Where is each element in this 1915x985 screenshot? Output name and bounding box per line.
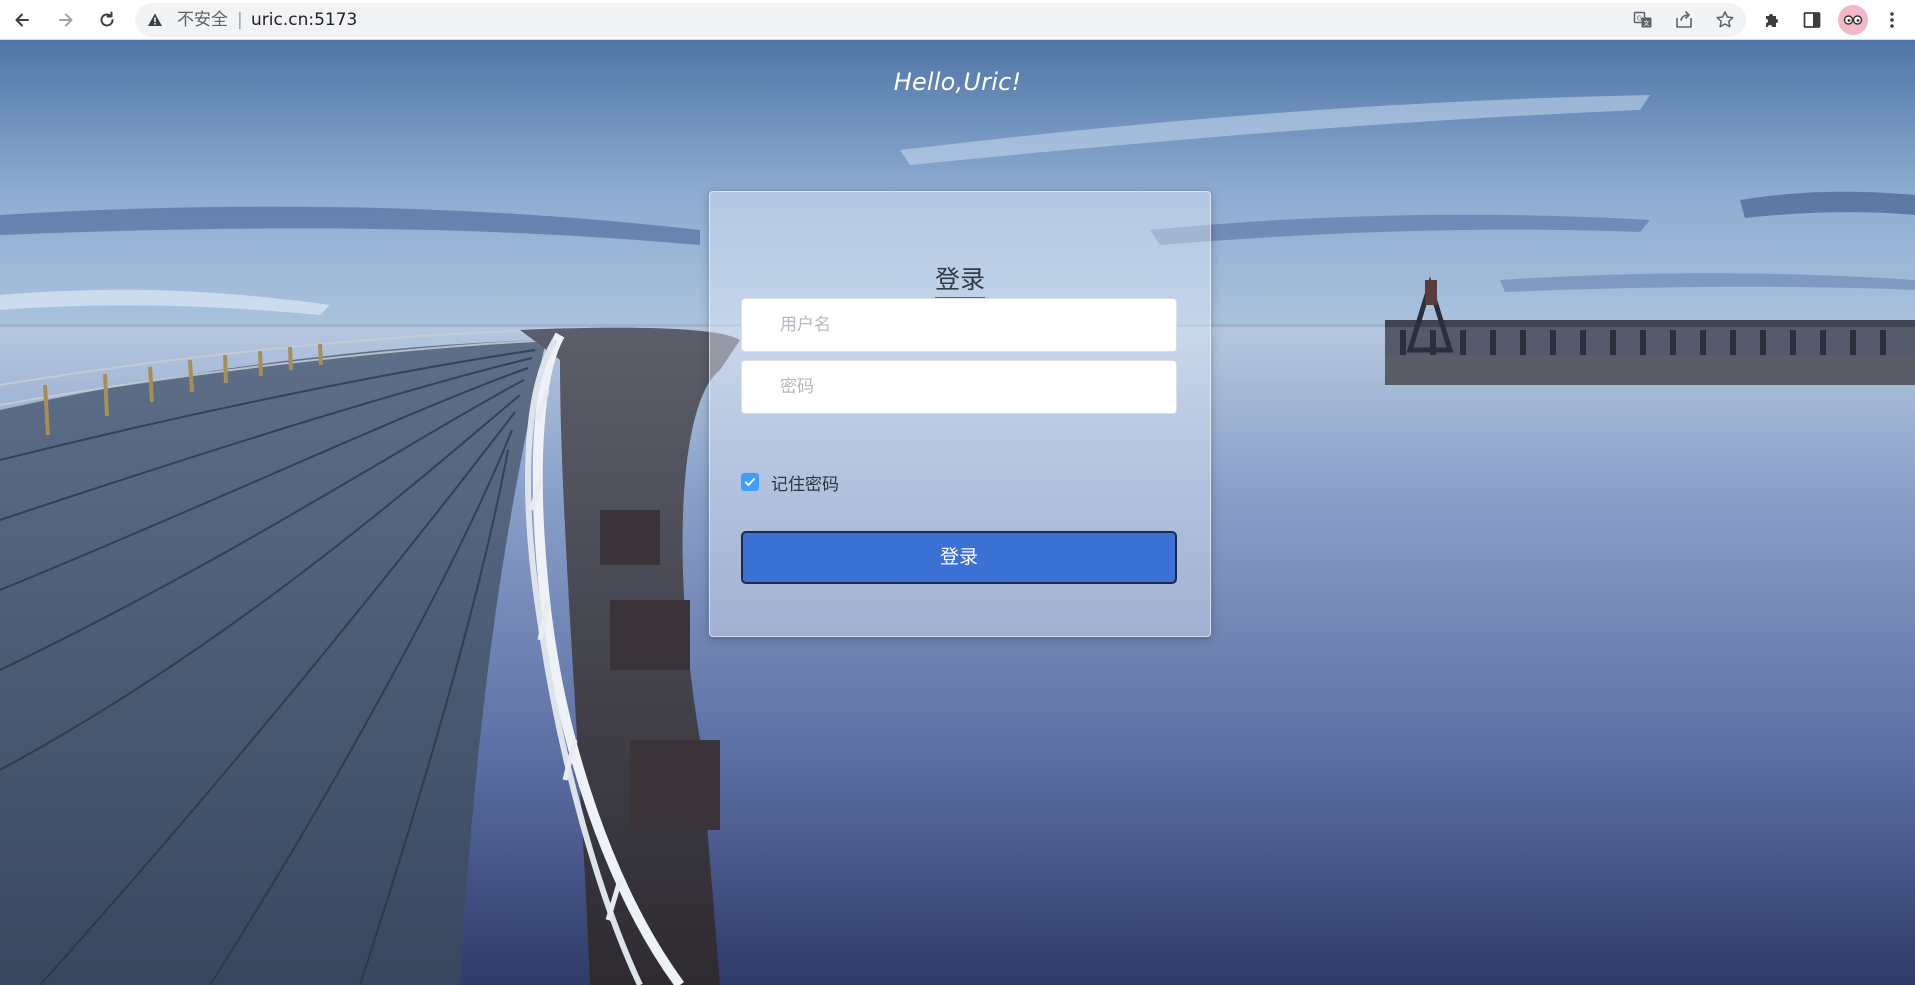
username-input[interactable] bbox=[741, 298, 1177, 352]
address-bar[interactable]: 不安全 | uric.cn:5173 G 文 bbox=[135, 3, 1746, 37]
svg-text:G: G bbox=[1637, 15, 1642, 23]
checkmark-icon bbox=[744, 477, 756, 487]
login-page: Hello,Uric! 登录 记住密码 登录 bbox=[0, 40, 1915, 985]
forward-arrow-icon bbox=[59, 13, 73, 27]
security-status[interactable]: 不安全 bbox=[177, 10, 228, 30]
profile-glasses-icon bbox=[1843, 15, 1863, 25]
login-title-text: 登录 bbox=[934, 260, 985, 299]
warning-icon bbox=[148, 13, 162, 26]
translate-icon[interactable]: G 文 bbox=[1633, 10, 1653, 30]
avatar[interactable] bbox=[1838, 5, 1868, 35]
side-panel-button[interactable] bbox=[1800, 8, 1824, 32]
extensions-button[interactable] bbox=[1760, 8, 1784, 32]
remember-password-checkbox[interactable]: 记住密码 bbox=[741, 470, 839, 495]
login-title: 登录 bbox=[710, 260, 1210, 299]
star-icon[interactable] bbox=[1715, 10, 1735, 30]
svg-text:文: 文 bbox=[1643, 20, 1649, 28]
greeting-text: Hello,Uric! bbox=[893, 68, 1022, 96]
reload-button[interactable] bbox=[91, 4, 123, 36]
kebab-menu-icon bbox=[1890, 12, 1894, 28]
puzzle-icon bbox=[1766, 14, 1778, 27]
browser-menu-button[interactable] bbox=[1880, 8, 1904, 32]
reload-icon bbox=[100, 11, 114, 27]
remember-password-label[interactable]: 记住密码 bbox=[771, 470, 839, 495]
forward-button[interactable] bbox=[50, 4, 82, 36]
password-input[interactable] bbox=[741, 360, 1177, 414]
login-button[interactable]: 登录 bbox=[741, 531, 1177, 584]
side-panel-icon bbox=[1803, 12, 1821, 28]
checkbox-checked[interactable] bbox=[741, 473, 759, 491]
share-icon[interactable] bbox=[1674, 10, 1694, 30]
back-button[interactable] bbox=[6, 4, 38, 36]
browser-toolbar: 不安全 | uric.cn:5173 G 文 bbox=[0, 0, 1915, 40]
back-arrow-icon bbox=[15, 13, 29, 27]
login-card: 登录 记住密码 登录 bbox=[709, 191, 1211, 637]
url-text[interactable]: uric.cn:5173 bbox=[251, 10, 357, 30]
url-separator: | bbox=[237, 10, 243, 30]
